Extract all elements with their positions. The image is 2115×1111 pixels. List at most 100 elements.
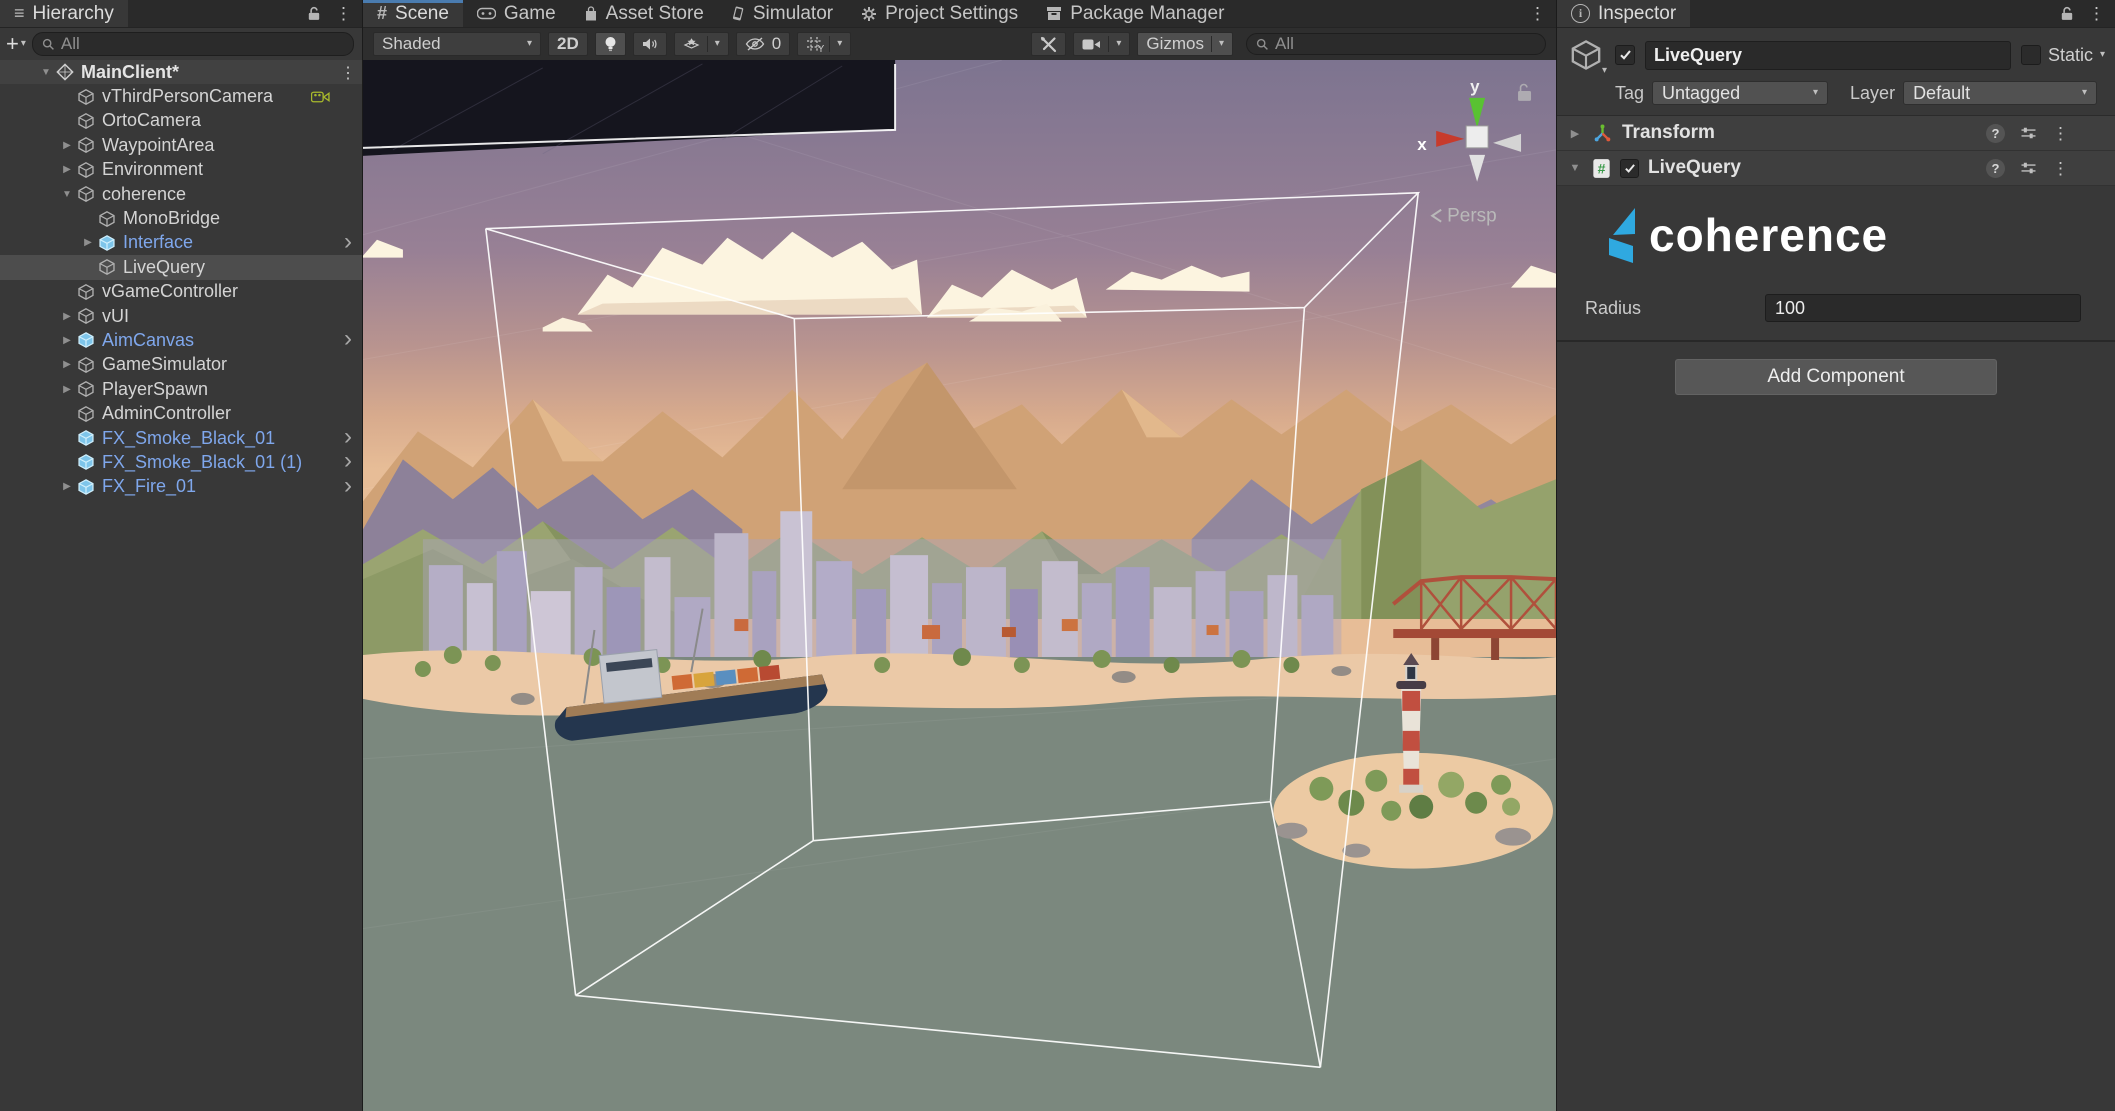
gameobject-name-field[interactable]: LiveQuery (1645, 41, 2011, 70)
tab-asset-store[interactable]: Asset Store (570, 0, 718, 27)
package-box-icon (1046, 6, 1062, 21)
kebab-icon[interactable]: ⋮ (2052, 160, 2069, 177)
foldout-arrow-icon[interactable]: ▶ (57, 164, 77, 175)
caret-down-icon[interactable]: ▾ (2100, 50, 2105, 60)
lock-icon[interactable] (307, 6, 321, 21)
scene-search-input[interactable]: All (1246, 33, 1546, 55)
presets-icon[interactable] (2020, 161, 2037, 175)
foldout-arrow-icon[interactable]: ▶ (78, 237, 98, 248)
gamepad-icon (477, 7, 496, 20)
kebab-icon[interactable]: ⋮ (1529, 5, 1546, 22)
videocam-icon (1082, 38, 1101, 51)
help-icon[interactable]: ? (1986, 124, 2005, 143)
lock-icon[interactable] (2060, 6, 2074, 21)
foldout-arrow-icon[interactable]: ▶ (57, 384, 77, 395)
tab-simulator[interactable]: Simulator (718, 0, 847, 27)
foldout-arrow-icon[interactable]: ▶ (57, 359, 77, 370)
tab-scene[interactable]: # Scene (363, 0, 463, 27)
shading-mode-dropdown[interactable]: Shaded ▾ (373, 32, 541, 56)
tab-project-settings[interactable]: Project Settings (847, 0, 1032, 27)
chevron-right-icon[interactable]: › (344, 425, 352, 449)
prefab-cube-icon (77, 453, 98, 471)
tab-inspector[interactable]: i Inspector (1557, 0, 1690, 27)
divider (1557, 340, 2115, 342)
foldout-arrow-icon[interactable]: ▼ (36, 67, 56, 78)
tag-dropdown[interactable]: Untagged ▾ (1652, 81, 1828, 105)
hierarchy-item[interactable]: ▶FX_Fire_01› (0, 475, 362, 499)
tab-hierarchy[interactable]: ≡ Hierarchy (0, 0, 128, 27)
scene-effects-dropdown[interactable]: ▾ (674, 32, 729, 56)
hierarchy-item[interactable]: AdminController (0, 401, 362, 425)
hierarchy-item-label: FX_Smoke_Black_01 (1) (102, 452, 302, 473)
kebab-icon[interactable]: ⋮ (340, 63, 356, 83)
help-icon[interactable]: ? (1986, 159, 2005, 178)
cube-icon (77, 112, 98, 130)
hierarchy-item[interactable]: ▶WaypointArea (0, 133, 362, 157)
create-object-button[interactable]: + ▾ (6, 33, 26, 55)
foldout-arrow-icon[interactable]: ▶ (57, 335, 77, 346)
gizmo-y-label[interactable]: y (1470, 77, 1480, 96)
foldout-arrow-icon[interactable]: ▶ (57, 140, 77, 151)
hierarchy-item[interactable]: ▼MainClient*⋮ (0, 60, 362, 84)
hierarchy-item[interactable]: FX_Smoke_Black_01› (0, 426, 362, 450)
hierarchy-item[interactable]: ▶vUI (0, 304, 362, 328)
hierarchy-item[interactable]: vGameController (0, 280, 362, 304)
static-checkbox[interactable] (2021, 45, 2041, 65)
scene-tools-button[interactable] (1031, 32, 1066, 56)
layer-dropdown[interactable]: Default ▾ (1903, 81, 2097, 105)
foldout-arrow-icon[interactable]: ▶ (1567, 127, 1583, 140)
gizmo-x-label[interactable]: x (1417, 135, 1427, 154)
tab-package-manager[interactable]: Package Manager (1032, 0, 1238, 27)
hierarchy-item[interactable]: LiveQuery (0, 255, 362, 279)
chevron-right-icon[interactable]: › (344, 327, 352, 351)
toggle-2d-button[interactable]: 2D (548, 32, 588, 56)
hidden-objects-toggle[interactable]: 0 (736, 32, 790, 56)
chevron-right-icon[interactable]: › (344, 449, 352, 473)
scene-search-placeholder: All (1275, 34, 1294, 54)
foldout-arrow-icon[interactable]: ▼ (57, 189, 77, 200)
hierarchy-item[interactable]: ▶AimCanvas› (0, 328, 362, 352)
persp-label[interactable]: Persp (1447, 206, 1497, 227)
gameobject-cube-icon[interactable]: ▾ (1569, 38, 1605, 72)
hierarchy-item[interactable]: ▶ Interface › (0, 231, 362, 255)
foldout-arrow-icon[interactable]: ▶ (57, 481, 77, 492)
hierarchy-item[interactable]: ▶PlayerSpawn (0, 377, 362, 401)
kebab-icon[interactable]: ⋮ (335, 5, 352, 22)
transform-component-header[interactable]: ▶ Transform ? ⋮ (1557, 115, 2115, 151)
presets-icon[interactable] (2020, 126, 2037, 140)
scene-camera-dropdown[interactable]: ▾ (1073, 32, 1130, 56)
cube-icon (77, 161, 98, 179)
tab-game[interactable]: Game (463, 0, 570, 27)
hierarchy-item[interactable]: FX_Smoke_Black_01 (1) › (0, 450, 362, 474)
foldout-arrow-icon[interactable]: ▶ (57, 311, 77, 322)
kebab-icon[interactable]: ⋮ (2052, 125, 2069, 142)
hierarchy-item[interactable]: ▼coherence (0, 182, 362, 206)
hierarchy-item[interactable]: ▶ GameSimulator (0, 353, 362, 377)
kebab-icon[interactable]: ⋮ (2088, 5, 2105, 22)
hierarchy-item[interactable]: MonoBridge (0, 206, 362, 230)
tab-project-settings-label: Project Settings (885, 3, 1018, 25)
add-component-button[interactable]: Add Component (1675, 359, 1997, 395)
hierarchy-item[interactable]: vThirdPersonCamera (0, 84, 362, 108)
chevron-right-icon[interactable]: › (344, 474, 352, 498)
scene-3d-viewport[interactable]: y x Persp using alpha version of coheren… (363, 60, 1556, 1111)
hierarchy-tab-label: Hierarchy (33, 3, 114, 25)
scene-audio-toggle[interactable] (633, 32, 667, 56)
tab-game-label: Game (504, 3, 556, 25)
gizmos-dropdown[interactable]: Gizmos ▾ (1137, 32, 1233, 56)
hierarchy-item[interactable]: OrtoCamera (0, 109, 362, 133)
radius-input[interactable]: 100 (1765, 294, 2081, 322)
livequery-component-header[interactable]: ▼ # LiveQuery ? ⋮ (1557, 151, 2115, 186)
divider (1108, 36, 1109, 52)
hierarchy-item-label: GameSimulator (102, 354, 227, 375)
scene-lighting-toggle[interactable] (595, 32, 626, 56)
hierarchy-search-input[interactable]: All (32, 32, 354, 56)
active-checkbox[interactable] (1615, 45, 1635, 65)
chevron-right-icon[interactable]: › (344, 230, 352, 254)
grid-visibility-dropdown[interactable]: Y ▾ (797, 32, 851, 56)
hierarchy-item-label: Interface (123, 232, 193, 253)
foldout-arrow-icon[interactable]: ▼ (1567, 162, 1583, 174)
component-enabled-checkbox[interactable] (1620, 159, 1639, 178)
hierarchy-item[interactable]: ▶Environment (0, 158, 362, 182)
layer-value: Default (1913, 83, 1970, 104)
